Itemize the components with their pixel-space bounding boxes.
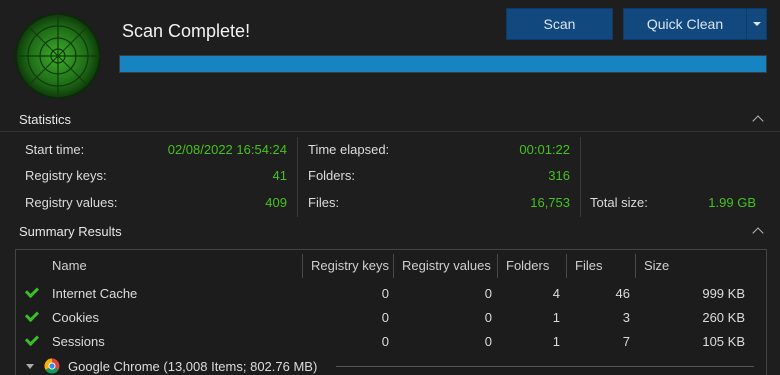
registry-keys-value: 41 bbox=[272, 168, 287, 183]
divider bbox=[0, 131, 780, 132]
time-elapsed-label: Time elapsed: bbox=[308, 142, 390, 157]
folders-value: 316 bbox=[548, 168, 570, 183]
column-header-registry-keys[interactable]: Registry keys bbox=[303, 250, 393, 280]
column-header-name[interactable]: Name bbox=[44, 250, 302, 280]
scan-progress-fill bbox=[120, 56, 766, 72]
column-header-folders[interactable]: Folders bbox=[498, 250, 565, 280]
row-size: 260 KB bbox=[702, 309, 745, 325]
summary-heading: Summary Results bbox=[19, 223, 122, 239]
row-registry-keys: 0 bbox=[381, 333, 389, 349]
expand-triangle-icon[interactable] bbox=[26, 364, 34, 369]
row-name: Cookies bbox=[52, 309, 99, 325]
folders-label: Folders: bbox=[308, 168, 355, 183]
row-folders: 1 bbox=[552, 333, 560, 349]
checkmark-icon bbox=[24, 283, 40, 299]
total-size-value: 1.99 GB bbox=[708, 195, 756, 210]
row-registry-keys: 0 bbox=[381, 285, 389, 301]
row-files: 3 bbox=[622, 309, 630, 325]
checkmark-icon bbox=[24, 331, 40, 347]
row-registry-values: 0 bbox=[484, 309, 492, 325]
row-registry-keys: 0 bbox=[381, 309, 389, 325]
row-folders: 4 bbox=[552, 285, 560, 301]
row-registry-values: 0 bbox=[484, 333, 492, 349]
row-files: 46 bbox=[615, 285, 630, 301]
divider bbox=[336, 366, 754, 367]
row-files: 7 bbox=[622, 333, 630, 349]
divider bbox=[297, 137, 298, 217]
registry-values-value: 409 bbox=[265, 195, 287, 210]
column-header-size[interactable]: Size bbox=[636, 250, 746, 280]
start-time-label: Start time: bbox=[25, 142, 85, 157]
files-label: Files: bbox=[308, 195, 340, 210]
checkmark-icon bbox=[24, 307, 40, 323]
start-time-value: 02/08/2022 16:54:24 bbox=[167, 142, 287, 157]
divider bbox=[580, 137, 581, 217]
registry-keys-label: Registry keys: bbox=[25, 168, 107, 183]
row-size: 999 KB bbox=[702, 285, 745, 301]
scan-progress-bar bbox=[119, 55, 767, 73]
statistics-header[interactable]: Statistics bbox=[0, 108, 780, 130]
row-registry-values: 0 bbox=[484, 285, 492, 301]
summary-header[interactable]: Summary Results bbox=[0, 220, 780, 242]
table-row[interactable]: Internet Cache 0 0 4 46 999 KB bbox=[16, 281, 766, 305]
statistics-heading: Statistics bbox=[19, 111, 72, 127]
total-size-label: Total size: bbox=[590, 195, 648, 210]
column-header-registry-values[interactable]: Registry values bbox=[394, 250, 497, 280]
table-row[interactable]: Sessions 0 0 1 7 105 KB bbox=[16, 329, 766, 353]
scan-status-title: Scan Complete! bbox=[122, 21, 251, 41]
chrome-icon bbox=[44, 358, 60, 374]
row-name: Internet Cache bbox=[52, 285, 138, 301]
scan-button[interactable]: Scan bbox=[506, 8, 613, 40]
group-label: Google Chrome (13,008 Items; 802.76 MB) bbox=[68, 358, 318, 374]
quick-clean-button[interactable]: Quick Clean bbox=[623, 8, 746, 40]
row-name: Sessions bbox=[52, 333, 105, 349]
row-folders: 1 bbox=[552, 309, 560, 325]
table-row[interactable]: Cookies 0 0 1 3 260 KB bbox=[16, 305, 766, 329]
column-header-files[interactable]: Files bbox=[567, 250, 635, 280]
collapse-chevron-icon[interactable] bbox=[752, 227, 764, 239]
registry-values-label: Registry values: bbox=[25, 195, 118, 210]
group-row-google-chrome[interactable]: Google Chrome (13,008 Items; 802.76 MB) bbox=[16, 354, 766, 375]
chevron-down-icon bbox=[752, 22, 761, 26]
summary-results-table: Name Registry keys Registry values Folde… bbox=[15, 249, 767, 375]
row-size: 105 KB bbox=[702, 333, 745, 349]
radar-logo-icon bbox=[15, 13, 101, 99]
collapse-chevron-icon[interactable] bbox=[752, 115, 764, 127]
quick-clean-dropdown-button[interactable] bbox=[746, 8, 767, 40]
files-value: 16,753 bbox=[530, 195, 570, 210]
time-elapsed-value: 00:01:22 bbox=[519, 142, 570, 157]
